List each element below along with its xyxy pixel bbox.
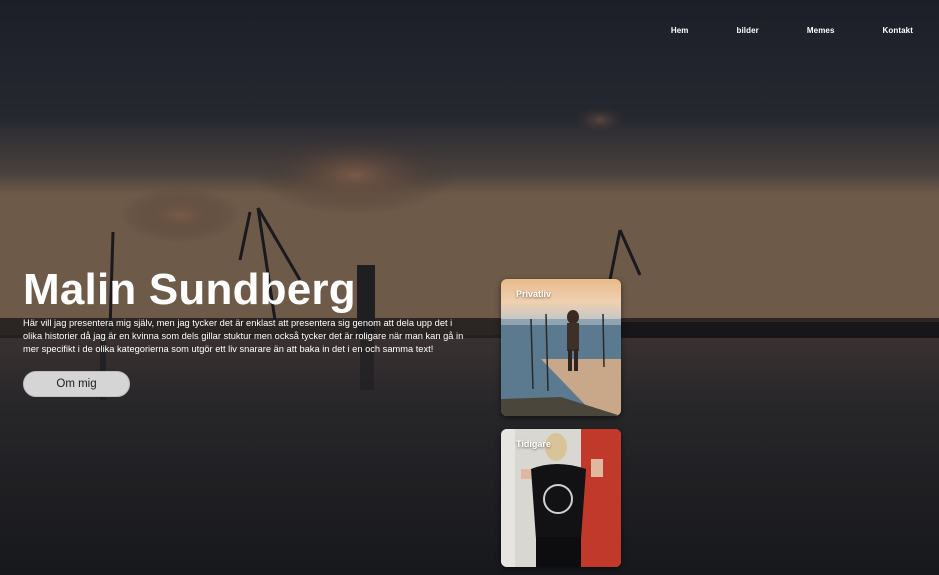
card-label-tidigare: Tidigare — [516, 439, 551, 449]
privatliv-photo — [501, 279, 621, 416]
card-tidigare[interactable]: Tidigare — [501, 429, 621, 567]
page-title: Malin Sundberg — [23, 265, 356, 314]
tidigare-photo — [501, 429, 621, 567]
nav-link-hem[interactable]: Hem — [671, 26, 689, 35]
nav-link-kontakt[interactable]: Kontakt — [883, 26, 913, 35]
intro-text: Här vill jag presentera mig själv, men j… — [23, 318, 464, 355]
nav-link-memes[interactable]: Memes — [807, 26, 835, 35]
card-label-privatliv: Privatliv — [516, 289, 552, 299]
main-nav: Hem bilder Memes Kontakt — [671, 26, 913, 35]
nav-link-bilder[interactable]: bilder — [737, 26, 759, 35]
card-privatliv[interactable]: Privatliv — [501, 279, 621, 416]
about-me-button[interactable]: Om mig — [23, 371, 130, 397]
